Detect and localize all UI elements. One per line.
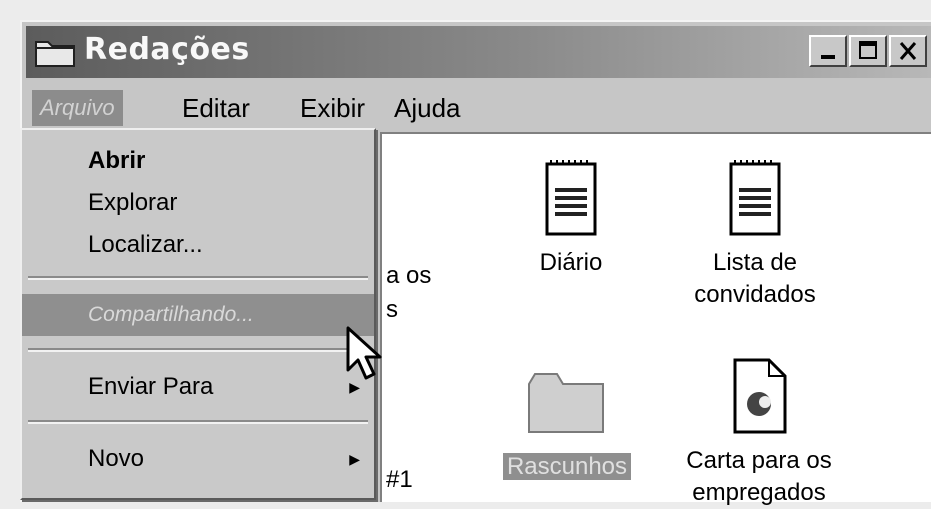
maximize-button[interactable] bbox=[849, 35, 887, 67]
menu-editar[interactable]: Editar bbox=[174, 90, 258, 126]
file-label-line2: empregados bbox=[692, 479, 826, 506]
partial-label: s bbox=[386, 296, 398, 323]
menu-separator bbox=[28, 420, 368, 424]
document-icon bbox=[545, 160, 597, 236]
minimize-button[interactable] bbox=[809, 35, 847, 67]
maximize-icon bbox=[859, 41, 877, 59]
menu-item-label: Enviar Para bbox=[88, 373, 214, 400]
menu-exibir[interactable]: Exibir bbox=[292, 90, 373, 126]
file-label-selected: Rascunhos bbox=[502, 453, 632, 480]
menu-item-enviar-para[interactable]: Enviar Para ▶ bbox=[22, 366, 374, 408]
file-label-line1: Lista de bbox=[712, 249, 798, 276]
partial-label: #1 bbox=[386, 466, 413, 493]
submenu-arrow-icon: ▶ bbox=[349, 451, 360, 467]
wordpad-document-icon bbox=[733, 358, 787, 434]
menu-item-compartilhando[interactable]: Compartilhando... bbox=[22, 294, 374, 336]
folder-icon bbox=[35, 41, 75, 67]
menu-item-localizar[interactable]: Localizar... bbox=[22, 224, 374, 266]
mouse-pointer-icon bbox=[346, 326, 382, 380]
menu-item-abrir[interactable]: Abrir bbox=[22, 140, 374, 182]
menu-item-novo[interactable]: Novo ▶ bbox=[22, 438, 374, 480]
file-item-lista-de-convidados[interactable]: Lista de convidados bbox=[680, 158, 830, 311]
file-label-line1: Carta para os bbox=[686, 447, 832, 474]
menu-bar: Arquivo Editar Exibir Ajuda bbox=[26, 86, 931, 130]
file-item-carta-para-os-empregados[interactable]: Carta para os empregados bbox=[674, 356, 844, 509]
file-item-diario[interactable]: Diário bbox=[516, 158, 626, 279]
document-icon bbox=[729, 160, 781, 236]
menu-item-explorar[interactable]: Explorar bbox=[22, 182, 374, 224]
window-title: Redações bbox=[84, 32, 250, 67]
menu-separator bbox=[28, 276, 368, 280]
partial-label: a os bbox=[386, 262, 432, 289]
folder-icon bbox=[528, 373, 604, 433]
close-button[interactable] bbox=[889, 35, 927, 67]
menu-ajuda[interactable]: Ajuda bbox=[386, 90, 469, 126]
title-bar[interactable]: Redações bbox=[26, 26, 931, 78]
menu-arquivo[interactable]: Arquivo bbox=[32, 90, 123, 126]
menu-item-label: Novo bbox=[88, 445, 145, 472]
file-label-line2: convidados bbox=[694, 281, 816, 308]
folder-item-rascunhos[interactable]: Rascunhos bbox=[492, 366, 642, 483]
minimize-icon bbox=[821, 55, 835, 59]
menu-separator bbox=[28, 348, 368, 352]
arquivo-dropdown-menu: Abrir Explorar Localizar... Compartilhan… bbox=[20, 128, 376, 500]
file-label: Diário bbox=[539, 249, 603, 276]
close-icon bbox=[899, 42, 917, 60]
folder-content-pane[interactable]: a os s #1 Diário Lista de convidados Ras… bbox=[380, 132, 931, 506]
